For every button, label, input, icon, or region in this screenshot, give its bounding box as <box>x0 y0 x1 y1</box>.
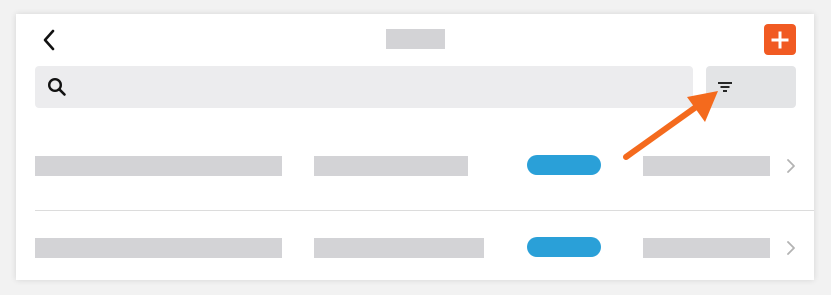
page-title-placeholder <box>386 29 445 49</box>
item-meta-placeholder <box>643 238 770 258</box>
list-item[interactable] <box>35 217 814 277</box>
item-name-placeholder <box>35 156 282 176</box>
chevron-right-icon <box>786 157 798 175</box>
row-divider <box>35 210 814 211</box>
item-meta-placeholder <box>643 156 770 176</box>
status-badge <box>527 155 601 175</box>
search-input[interactable] <box>35 66 693 108</box>
list-page-card <box>16 14 814 280</box>
plus-icon <box>771 31 789 48</box>
list-item[interactable] <box>35 136 814 196</box>
filter-button[interactable] <box>706 66 796 108</box>
item-detail-placeholder <box>314 156 468 176</box>
chevron-right-icon <box>786 239 798 257</box>
back-button[interactable] <box>38 28 60 52</box>
filter-icon <box>717 80 733 94</box>
item-detail-placeholder <box>314 238 484 258</box>
add-button[interactable] <box>764 24 796 55</box>
item-name-placeholder <box>35 238 282 258</box>
search-icon <box>47 76 69 98</box>
chevron-left-icon <box>43 29 55 51</box>
status-badge <box>527 237 601 257</box>
